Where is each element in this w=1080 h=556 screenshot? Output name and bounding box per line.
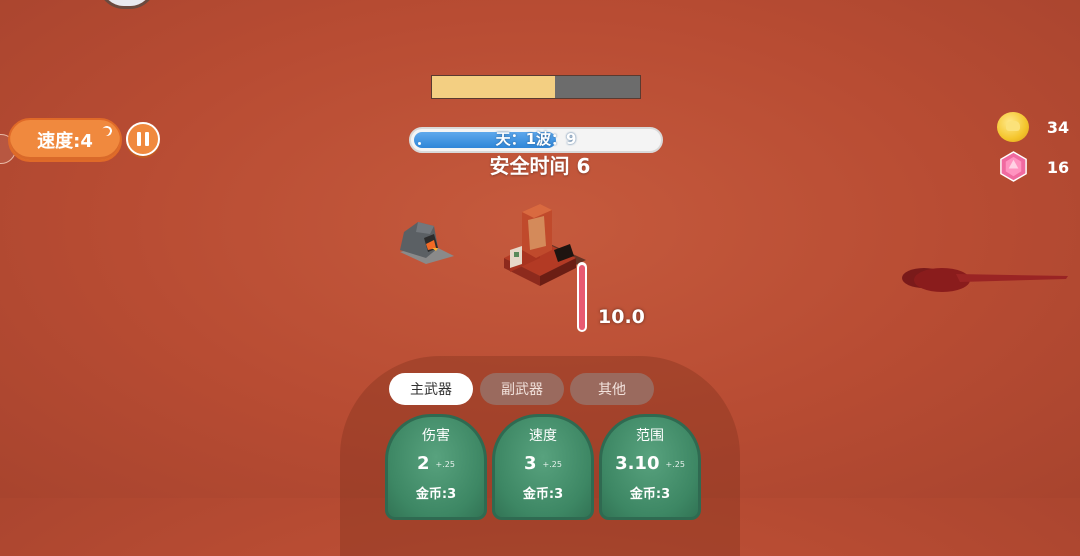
- card-increment: +.25: [435, 459, 455, 469]
- card-value: 3.10 +.25: [602, 453, 698, 474]
- base-health-bar: [577, 262, 587, 332]
- card-increment: +.25: [665, 459, 685, 469]
- wave-progress-fill: [432, 76, 555, 98]
- card-value-number: 3: [524, 453, 537, 474]
- safe-time-label: 安全时间 6: [489, 154, 591, 178]
- wave-bar-dot: [418, 142, 421, 145]
- base-health-value: 10.0: [598, 306, 645, 328]
- pause-button[interactable]: [126, 122, 160, 156]
- coin-icon: [997, 112, 1029, 142]
- tab-secondary-weapon[interactable]: 副武器: [480, 373, 564, 405]
- gem-count: 16: [1046, 158, 1070, 177]
- wave-progress-bar: [431, 75, 641, 99]
- tab-label: 主武器: [410, 382, 452, 398]
- tab-label: 其他: [598, 382, 626, 398]
- tab-label: 副武器: [501, 382, 543, 398]
- blood-stain: [902, 268, 1068, 292]
- base-health-fill: [579, 265, 585, 330]
- upgrade-card-speed[interactable]: 速度 3 +.25 金币:3: [492, 414, 594, 520]
- gem-icon: [1000, 151, 1027, 182]
- card-cost: 金币:3: [629, 487, 671, 502]
- card-value: 2 +.25: [388, 453, 484, 474]
- speed-button[interactable]: 速度:4: [8, 118, 122, 162]
- tab-primary-weapon[interactable]: 主武器: [389, 373, 473, 405]
- corner-menu-button[interactable]: [98, 0, 156, 9]
- shine-decoration: [100, 124, 114, 138]
- day-wave-label: 天：1波：9: [495, 130, 577, 148]
- card-increment: +.25: [542, 459, 562, 469]
- card-title: 速度: [529, 428, 557, 444]
- card-title: 伤害: [422, 428, 450, 444]
- coin-count: 34: [1046, 118, 1070, 137]
- card-cost: 金币:3: [415, 487, 457, 502]
- card-cost: 金币:3: [522, 487, 564, 502]
- upgrade-card-damage[interactable]: 伤害 2 +.25 金币:3: [385, 414, 487, 520]
- speed-label: 速度:4: [37, 131, 93, 152]
- card-value-number: 2: [417, 453, 430, 474]
- upgrade-card-range[interactable]: 范围 3.10 +.25 金币:3: [599, 414, 701, 520]
- card-value-number: 3.10: [615, 453, 660, 474]
- tab-other[interactable]: 其他: [570, 373, 654, 405]
- card-value: 3 +.25: [495, 453, 591, 474]
- rock-spawner-icon: [400, 222, 454, 264]
- card-title: 范围: [636, 428, 664, 444]
